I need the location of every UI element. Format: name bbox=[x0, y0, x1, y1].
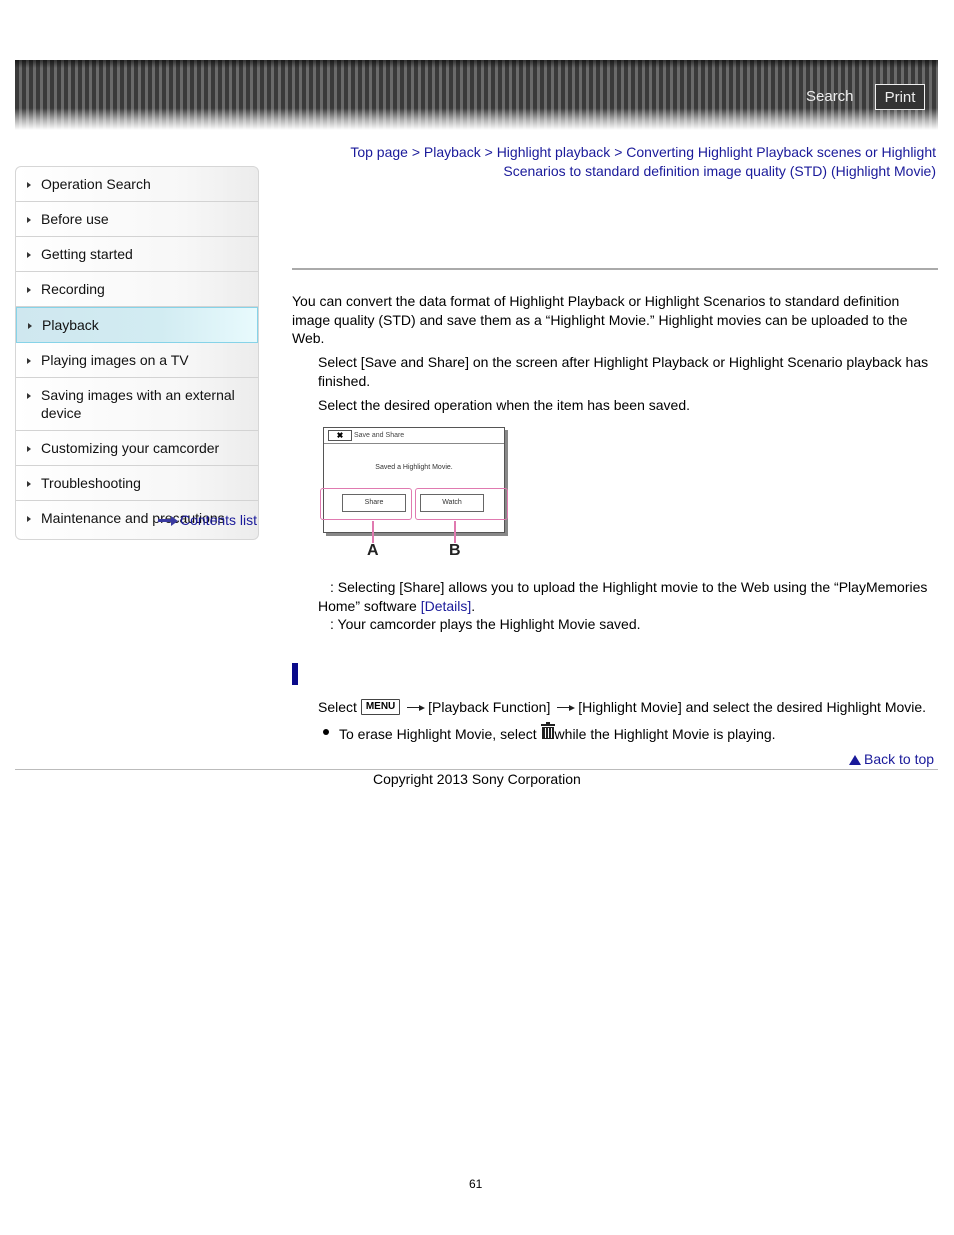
breadcrumb-separator: > bbox=[484, 144, 493, 160]
watch-screen-button: Watch bbox=[420, 494, 484, 512]
title-divider bbox=[292, 268, 938, 270]
print-button[interactable]: Print bbox=[875, 84, 925, 110]
sidebar-nav: Operation Search Before use Getting star… bbox=[15, 166, 259, 540]
header-banner bbox=[15, 60, 938, 130]
sidebar-item-playing-images-on-tv[interactable]: Playing images on a TV bbox=[16, 343, 258, 378]
sidebar-item-label: Before use bbox=[41, 211, 109, 227]
menu-step-item-2: [Highlight Movie] and select the desired… bbox=[578, 699, 927, 715]
screen-title: Save and Share bbox=[354, 432, 405, 439]
sidebar-item-operation-search[interactable]: Operation Search bbox=[16, 167, 258, 202]
bullet-icon bbox=[323, 729, 329, 735]
screen-message: Saved a Highlight Movie. bbox=[375, 464, 453, 471]
triangle-right-icon bbox=[27, 393, 31, 399]
callout-label-b: B bbox=[449, 542, 461, 559]
callout-line-a bbox=[372, 521, 374, 543]
triangle-right-icon bbox=[27, 252, 31, 258]
arrow-right-icon bbox=[407, 704, 426, 712]
description-b: : Your camcorder plays the Highlight Mov… bbox=[330, 616, 641, 632]
footer-divider bbox=[15, 769, 938, 770]
breadcrumb-separator: > bbox=[614, 144, 623, 160]
menu-step-item-1: [Playback Function] bbox=[428, 699, 551, 715]
close-icon: ✖ bbox=[328, 430, 352, 441]
sidebar-item-label: Getting started bbox=[41, 246, 133, 262]
contents-list-link[interactable]: Contents list bbox=[158, 512, 257, 528]
copyright-text: Copyright 2013 Sony Corporation bbox=[373, 771, 581, 787]
description-a-text: : Selecting [Share] allows you to upload… bbox=[318, 579, 928, 614]
sidebar-item-before-use[interactable]: Before use bbox=[16, 202, 258, 237]
note-prefix: To erase Highlight Movie, select bbox=[339, 726, 537, 742]
sidebar-item-troubleshooting[interactable]: Troubleshooting bbox=[16, 466, 258, 501]
sidebar-item-label: Recording bbox=[41, 281, 105, 297]
screen-title-bar: ✖ Save and Share bbox=[324, 428, 504, 444]
sidebar-item-saving-images[interactable]: Saving images with an external device bbox=[16, 378, 258, 431]
sidebar-item-label: Customizing your camcorder bbox=[41, 440, 220, 456]
menu-step-prefix: Select bbox=[318, 699, 357, 715]
sidebar-item-playback[interactable]: Playback bbox=[16, 307, 258, 343]
triangle-right-icon bbox=[27, 481, 31, 487]
contents-list-label: Contents list bbox=[180, 512, 258, 528]
triangle-right-icon bbox=[27, 182, 31, 188]
back-to-top-label: Back to top bbox=[864, 751, 935, 767]
triangle-right-icon bbox=[28, 323, 32, 329]
breadcrumb: Top page > Playback > Highlight playback… bbox=[300, 143, 936, 181]
triangle-right-icon bbox=[27, 287, 31, 293]
step-1-text: Select [Save and Share] on the screen af… bbox=[318, 354, 929, 389]
section-marker bbox=[292, 663, 298, 685]
sidebar-item-label: Playing images on a TV bbox=[41, 352, 189, 368]
note-suffix: while the Highlight Movie is playing. bbox=[554, 726, 776, 742]
back-to-top-link[interactable]: Back to top bbox=[849, 751, 934, 767]
sidebar-item-recording[interactable]: Recording bbox=[16, 272, 258, 307]
breadcrumb-top-page[interactable]: Top page bbox=[350, 144, 408, 160]
breadcrumb-separator: > bbox=[411, 144, 421, 160]
step-2-text: Select the desired operation when the it… bbox=[318, 397, 691, 413]
intro-paragraph: You can convert the data format of Highl… bbox=[292, 293, 908, 346]
menu-step: Select MENU [Playback Function] [Highlig… bbox=[318, 698, 926, 716]
triangle-right-icon bbox=[27, 358, 31, 364]
erase-note: To erase Highlight Movie, select while t… bbox=[323, 722, 776, 743]
breadcrumb-highlight-playback[interactable]: Highlight playback bbox=[497, 144, 611, 160]
search-link[interactable]: Search bbox=[806, 88, 854, 105]
details-link[interactable]: [Details] bbox=[421, 598, 472, 614]
save-and-share-illustration: ✖ Save and Share Saved a Highlight Movie… bbox=[318, 425, 513, 565]
triangle-right-icon bbox=[27, 217, 31, 223]
sidebar-item-customizing[interactable]: Customizing your camcorder bbox=[16, 431, 258, 466]
sidebar-item-label: Playback bbox=[42, 317, 99, 333]
triangle-right-icon bbox=[27, 446, 31, 452]
sidebar-item-getting-started[interactable]: Getting started bbox=[16, 237, 258, 272]
share-screen-button: Share bbox=[342, 494, 406, 512]
page-number: 61 bbox=[469, 1177, 483, 1191]
trash-icon bbox=[540, 722, 555, 740]
callout-label-a: A bbox=[367, 542, 379, 559]
arrow-right-icon bbox=[557, 704, 576, 712]
description-a: : Selecting [Share] allows you to upload… bbox=[318, 578, 938, 615]
callout-line-b bbox=[454, 521, 456, 543]
triangle-right-icon bbox=[27, 516, 31, 522]
sidebar-item-label: Troubleshooting bbox=[41, 475, 141, 491]
arrow-right-icon bbox=[158, 516, 180, 527]
description-a-suffix: . bbox=[471, 597, 476, 614]
sidebar-item-label: Operation Search bbox=[41, 176, 151, 192]
breadcrumb-playback[interactable]: Playback bbox=[424, 144, 481, 160]
sidebar-item-label: Saving images with an external device bbox=[41, 387, 235, 421]
menu-button-icon: MENU bbox=[360, 699, 401, 715]
triangle-up-icon bbox=[849, 755, 861, 765]
